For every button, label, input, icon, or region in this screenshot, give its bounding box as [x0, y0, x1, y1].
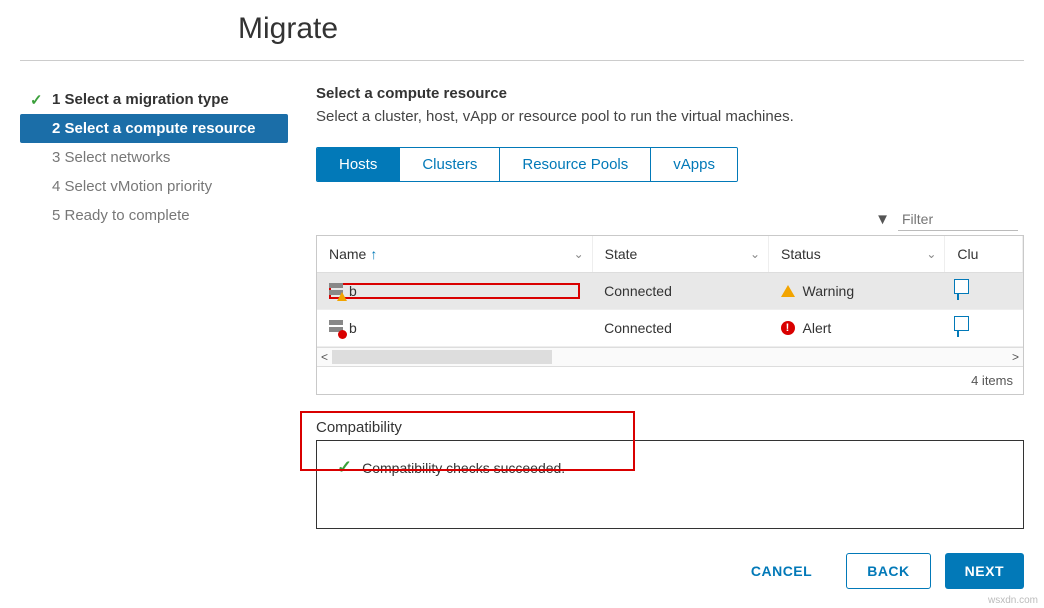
tab-resource-pools[interactable]: Resource Pools [500, 148, 651, 181]
wizard-step-3[interactable]: 3 Select networks [20, 143, 288, 172]
col-status[interactable]: Status⌄ [769, 236, 945, 273]
host-state: Connected [592, 273, 768, 310]
host-status: Alert [803, 320, 832, 336]
compatibility-label: Compatibility [316, 419, 682, 436]
section-subtitle: Select a cluster, host, vApp or resource… [316, 108, 1024, 125]
cluster-icon[interactable] [957, 282, 959, 300]
host-warning-icon [329, 283, 343, 299]
filter-icon[interactable]: ▼ [875, 211, 890, 228]
chevron-down-icon[interactable]: ⌄ [574, 247, 584, 261]
tab-hosts[interactable]: Hosts [317, 148, 400, 181]
cluster-icon[interactable] [957, 319, 959, 337]
back-button[interactable]: BACK [846, 553, 930, 589]
watermark: wsxdn.com [988, 595, 1038, 606]
item-count: 4 items [317, 366, 1023, 394]
wizard-step-4[interactable]: 4 Select vMotion priority [20, 172, 288, 201]
chevron-down-icon[interactable]: ⌄ [750, 247, 760, 261]
resource-tabs: Hosts Clusters Resource Pools vApps [316, 147, 738, 182]
hosts-table: Name↑⌄ State⌄ Status⌄ Clu b Connected Wa… [316, 235, 1024, 395]
filter-input[interactable] [898, 208, 1018, 231]
tab-vapps[interactable]: vApps [651, 148, 737, 181]
col-cluster[interactable]: Clu [945, 236, 1023, 273]
col-name[interactable]: Name↑⌄ [317, 236, 592, 273]
wizard-sidebar: 1 Select a migration type 2 Select a com… [20, 85, 288, 589]
sort-asc-icon: ↑ [370, 246, 377, 262]
host-name: b [349, 283, 357, 299]
host-alert-icon [329, 320, 343, 336]
host-state: Connected [592, 310, 768, 347]
chevron-down-icon[interactable]: ⌄ [926, 247, 936, 261]
warning-icon [781, 285, 795, 297]
next-button[interactable]: NEXT [945, 553, 1024, 589]
page-title: Migrate [238, 12, 1024, 46]
wizard-step-1[interactable]: 1 Select a migration type [20, 85, 288, 114]
host-name: b [349, 320, 357, 336]
col-state[interactable]: State⌄ [592, 236, 768, 273]
horizontal-scrollbar[interactable]: <> [317, 347, 1023, 366]
check-icon: ✓ [337, 457, 352, 478]
section-title: Select a compute resource [316, 85, 1024, 102]
wizard-step-5[interactable]: 5 Ready to complete [20, 201, 288, 230]
table-row[interactable]: b Connected Warning [317, 273, 1023, 310]
table-row[interactable]: b Connected ! Alert [317, 310, 1023, 347]
cancel-button[interactable]: CANCEL [731, 553, 832, 589]
host-status: Warning [803, 283, 855, 299]
compatibility-message: Compatibility checks succeeded. [362, 460, 565, 476]
tab-clusters[interactable]: Clusters [400, 148, 500, 181]
compatibility-box: ✓ Compatibility checks succeeded. [316, 440, 1024, 529]
wizard-step-2[interactable]: 2 Select a compute resource [20, 114, 288, 143]
alert-icon: ! [781, 321, 795, 335]
